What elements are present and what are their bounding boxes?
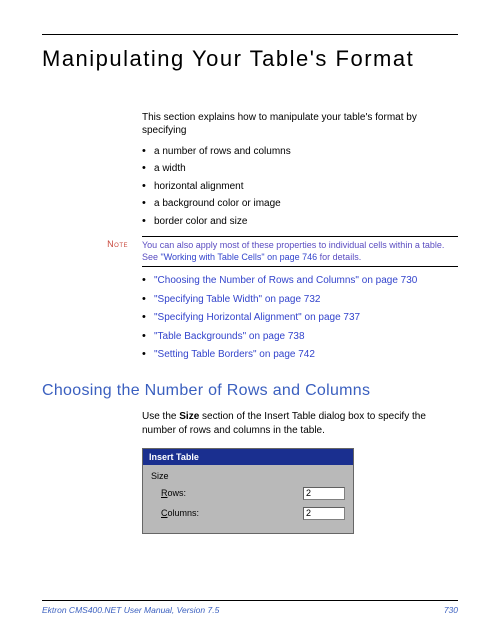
section-column: Use the Size section of the Insert Table… bbox=[142, 410, 458, 438]
intro-paragraph: This section explains how to manipulate … bbox=[142, 111, 458, 138]
footer-left: Ektron CMS400.NET User Manual, Version 7… bbox=[42, 605, 219, 615]
topic-link-list: "Choosing the Number of Rows and Columns… bbox=[142, 275, 458, 362]
section-heading: Choosing the Number of Rows and Columns bbox=[42, 382, 458, 400]
list-item: a number of rows and columns bbox=[142, 146, 458, 159]
dialog-row-columns: Columns: bbox=[151, 507, 345, 520]
topic-link[interactable]: "Table Backgrounds" on page 738 bbox=[142, 331, 458, 344]
columns-label: Columns: bbox=[161, 508, 303, 518]
topic-link[interactable]: "Specifying Horizontal Alignment" on pag… bbox=[142, 312, 458, 325]
list-item: a width bbox=[142, 163, 458, 176]
dialog-title-bar: Insert Table bbox=[143, 449, 353, 465]
topic-link[interactable]: "Setting Table Borders" on page 742 bbox=[142, 349, 458, 362]
list-item: horizontal alignment bbox=[142, 181, 458, 194]
dialog-body: Size Rows: Columns: bbox=[143, 465, 353, 533]
top-rule bbox=[42, 34, 458, 35]
footer-page-number: 730 bbox=[444, 605, 458, 615]
page-footer: Ektron CMS400.NET User Manual, Version 7… bbox=[42, 600, 458, 615]
topic-link[interactable]: "Choosing the Number of Rows and Columns… bbox=[142, 275, 458, 288]
page-content: Manipulating Your Table's Format This se… bbox=[0, 0, 500, 534]
dialog-row-rows: Rows: bbox=[151, 487, 345, 500]
columns-input[interactable] bbox=[303, 507, 345, 520]
dialog-group-label: Size bbox=[151, 471, 345, 481]
section-paragraph: Use the Size section of the Insert Table… bbox=[142, 410, 458, 438]
specifying-list: a number of rows and columns a width hor… bbox=[142, 146, 458, 229]
note-text-2: for details. bbox=[317, 252, 361, 262]
list-item: border color and size bbox=[142, 216, 458, 229]
topic-link[interactable]: "Specifying Table Width" on page 732 bbox=[142, 294, 458, 307]
para-pre: Use the bbox=[142, 411, 179, 422]
rows-label: Rows: bbox=[161, 488, 303, 498]
note-box: You can also apply most of these propert… bbox=[142, 236, 458, 267]
document-page: Manipulating Your Table's Format This se… bbox=[0, 0, 500, 633]
main-column: This section explains how to manipulate … bbox=[142, 111, 458, 362]
page-title: Manipulating Your Table's Format bbox=[42, 45, 458, 73]
list-item: a background color or image bbox=[142, 198, 458, 211]
note-label: Note bbox=[94, 236, 128, 249]
note-block: Note You can also apply most of these pr… bbox=[94, 236, 458, 267]
rows-input[interactable] bbox=[303, 487, 345, 500]
para-bold: Size bbox=[179, 411, 199, 422]
insert-table-dialog: Insert Table Size Rows: Columns: bbox=[142, 448, 354, 534]
note-link[interactable]: "Working with Table Cells" on page 746 bbox=[161, 252, 318, 262]
